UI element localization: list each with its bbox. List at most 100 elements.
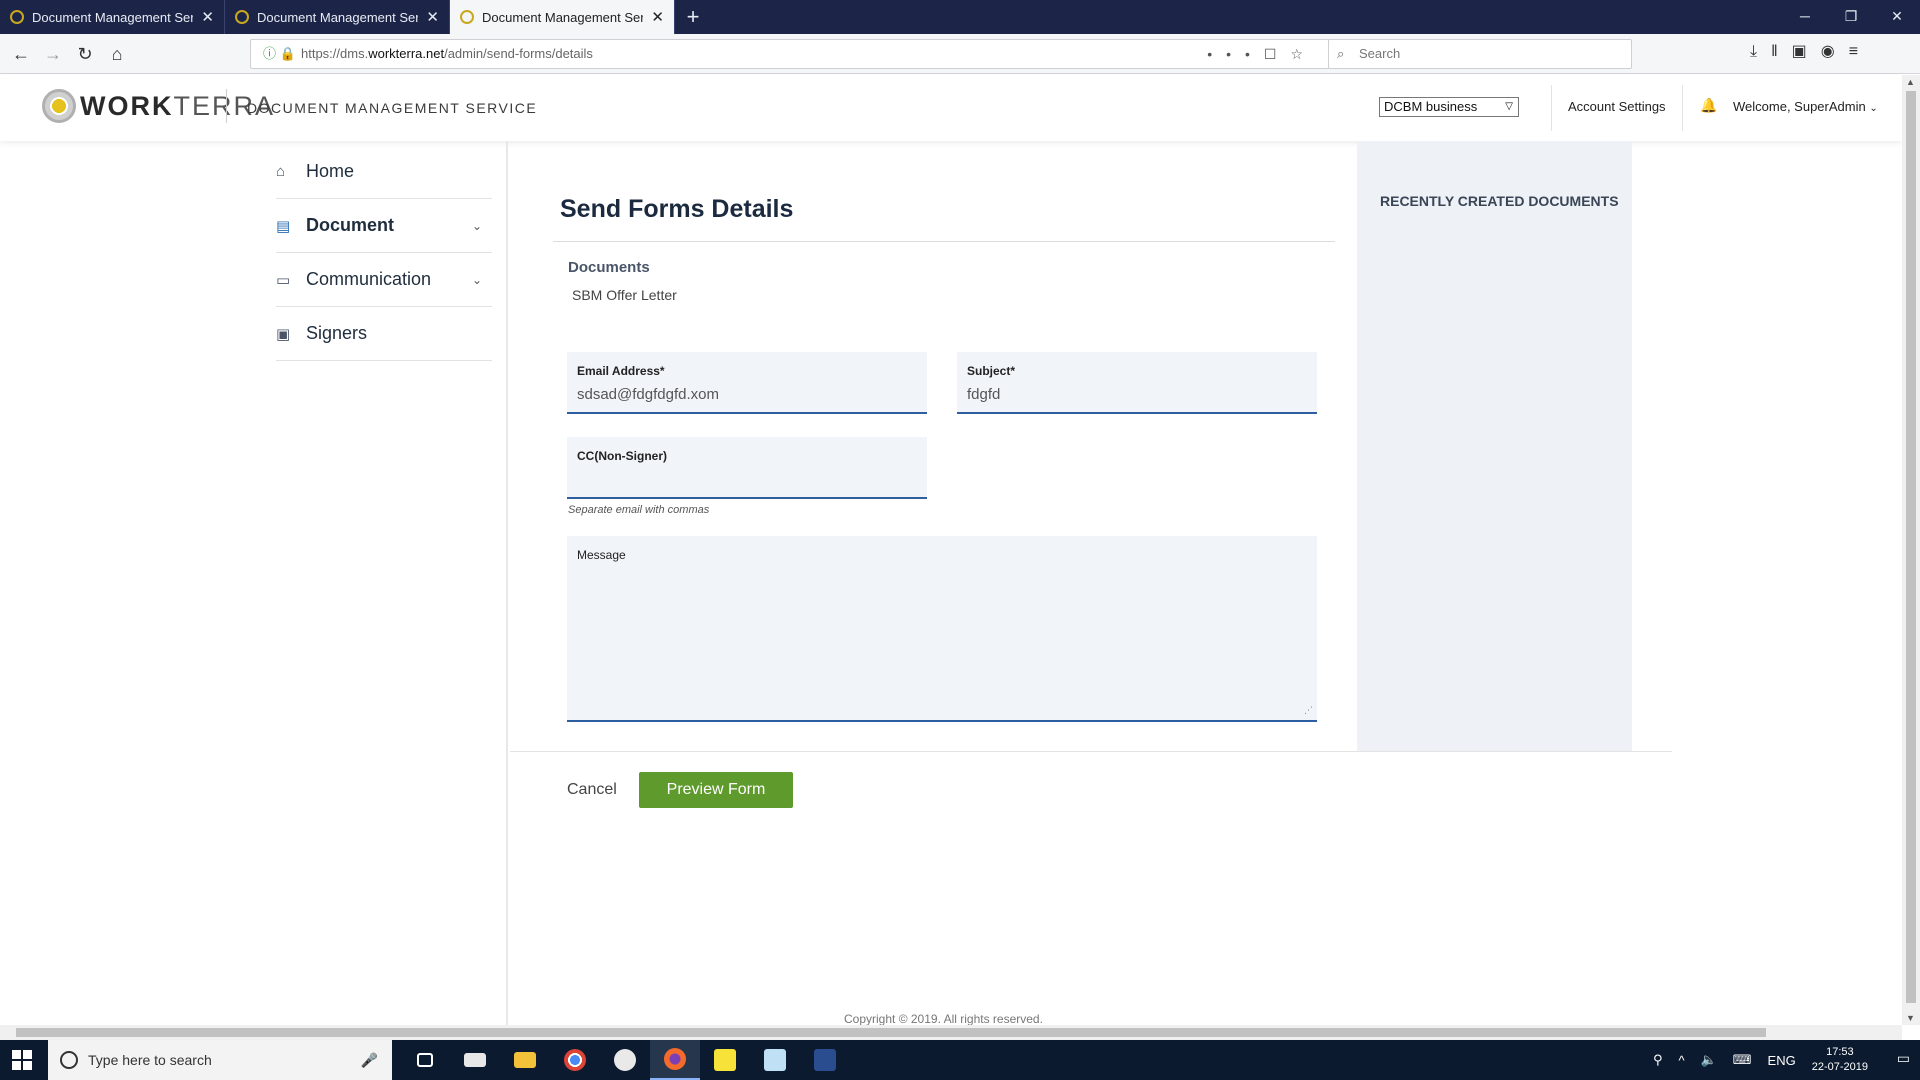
bell-icon[interactable]: 🔔 (1700, 97, 1717, 114)
horizontal-scrollbar[interactable] (0, 1025, 1902, 1040)
tab-title: Document Management Servic (32, 9, 194, 25)
sticky-notes-icon[interactable] (700, 1040, 750, 1080)
close-window-icon[interactable]: ✕ (1874, 0, 1920, 34)
chevron-up-icon[interactable]: ^ (1678, 1053, 1684, 1068)
home-icon[interactable]: ⌂ (104, 41, 130, 67)
copyright: Copyright © 2019. All rights reserved. (844, 1012, 1043, 1026)
chevron-down-icon[interactable]: ⌄ (472, 273, 482, 287)
url-actions[interactable]: •••☐☆ (1207, 40, 1317, 68)
business-select[interactable]: DCBM business ▽ (1379, 97, 1519, 117)
chat-icon: ▭ (276, 271, 291, 289)
keyboard-icon[interactable]: ⌨ (1733, 1052, 1752, 1068)
scroll-thumb[interactable] (16, 1028, 1766, 1037)
subject-field[interactable]: Subject* fdgfd (957, 352, 1317, 414)
close-tab-icon[interactable]: ✕ (651, 8, 664, 26)
url-path: /admin/send-forms/details (444, 46, 593, 61)
document-name: SBM Offer Letter (572, 287, 677, 303)
clock[interactable]: 17:53 22-07-2019 (1812, 1045, 1868, 1075)
terminal-icon[interactable] (800, 1040, 850, 1080)
sidebar-item-home[interactable]: ⌂ Home (276, 145, 492, 199)
cortana-icon (60, 1051, 78, 1069)
firefox-icon[interactable] (650, 1040, 700, 1080)
favicon-icon (235, 10, 249, 24)
documents-label: Documents (568, 259, 650, 276)
sidebar-item-label: Home (306, 161, 355, 181)
people-icon[interactable]: ⚲ (1653, 1052, 1663, 1068)
task-view-icon[interactable] (400, 1040, 450, 1080)
browser-tab-2[interactable]: Document Management Servic ✕ (225, 0, 450, 34)
browser-search-input[interactable]: ⌕ Search (1328, 39, 1632, 69)
reload-icon[interactable]: ↻ (72, 41, 98, 67)
browser-toolbar-icons[interactable]: ⤓‖▣◉≡ (1750, 41, 1872, 61)
browser-nav-bar: ← → ↻ ⌂ ⓘ 🔒 https://dms.workterra.net/ad… (0, 34, 1920, 74)
badge-icon: ▣ (276, 325, 291, 343)
main-content: Send Forms Details Documents SBM Offer L… (510, 141, 1358, 751)
forward-icon[interactable]: → (40, 41, 66, 67)
favicon-icon (460, 10, 474, 24)
taskbar-apps (400, 1040, 850, 1080)
clock-time: 17:53 (1826, 1046, 1854, 1058)
notification-icon[interactable]: ▭ (1897, 1050, 1910, 1067)
business-select-value: DCBM business (1384, 99, 1478, 114)
file-explorer-icon[interactable] (500, 1040, 550, 1080)
sidebar-item-communication[interactable]: ▭ Communication ⌄ (276, 253, 492, 307)
volume-icon[interactable]: 🔈 (1701, 1052, 1717, 1068)
minimize-icon[interactable]: ─ (1782, 0, 1828, 34)
app-header: WORKTERRA DOCUMENT MANAGEMENT SERVICE DC… (0, 75, 1902, 141)
document-icon: ▤ (276, 217, 291, 235)
close-tab-icon[interactable]: ✕ (201, 8, 214, 26)
slack-icon[interactable] (600, 1040, 650, 1080)
new-tab-icon[interactable]: + (675, 0, 711, 34)
header-divider (1551, 85, 1552, 131)
windows-taskbar: Type here to search 🎤 ⚲ ^ 🔈 ⌨ ENG 17:53 … (0, 1040, 1920, 1080)
recent-documents-panel: RECENTLY CREATED DOCUMENTS (1357, 141, 1632, 751)
sidebar-item-signers[interactable]: ▣ Signers (276, 307, 492, 361)
home-icon: ⌂ (276, 163, 286, 180)
cancel-button[interactable]: Cancel (567, 781, 617, 799)
microphone-icon[interactable]: 🎤 (361, 1040, 378, 1080)
scroll-thumb[interactable] (1906, 91, 1916, 1003)
page: WORKTERRA DOCUMENT MANAGEMENT SERVICE DC… (0, 75, 1902, 1026)
form-footer-divider (510, 751, 1672, 752)
email-value[interactable]: sdsad@fdgfdgfd.xom (577, 386, 719, 403)
restore-icon[interactable]: ❐ (1828, 0, 1874, 34)
subject-value[interactable]: fdgfd (967, 386, 1000, 403)
title-divider (553, 241, 1335, 242)
header-divider (1682, 85, 1683, 131)
cc-field[interactable]: CC(Non-Signer) (567, 437, 927, 499)
system-tray: ⚲ ^ 🔈 ⌨ ENG 17:53 22-07-2019 (1653, 1040, 1868, 1080)
notepad-icon[interactable] (750, 1040, 800, 1080)
windows-start-icon[interactable] (12, 1050, 32, 1070)
scroll-down-icon[interactable]: ▼ (1906, 1013, 1915, 1023)
language-indicator[interactable]: ENG (1768, 1053, 1796, 1068)
favicon-icon (10, 10, 24, 24)
window-controls: ─ ❐ ✕ (1782, 0, 1920, 34)
sidebar-item-label: Communication (306, 269, 432, 289)
back-icon[interactable]: ← (8, 41, 34, 67)
mail-icon[interactable] (450, 1040, 500, 1080)
email-field[interactable]: Email Address* sdsad@fdgfdgfd.xom (567, 352, 927, 414)
resize-handle-icon[interactable]: ⋰ (1304, 705, 1313, 716)
preview-form-button[interactable]: Preview Form (639, 772, 793, 808)
close-tab-icon[interactable]: ✕ (426, 8, 439, 26)
sidebar-item-document[interactable]: ▤ Document ⌄ (276, 199, 492, 253)
account-settings-link[interactable]: Account Settings (1568, 99, 1666, 114)
cc-label: CC(Non-Signer) (577, 449, 667, 463)
taskbar-search-placeholder: Type here to search (88, 1052, 212, 1068)
user-menu[interactable]: Welcome, SuperAdmin ⌄ (1733, 99, 1878, 114)
url-prefix: https://dms. (301, 46, 369, 61)
vertical-scrollbar[interactable]: ▲ ▼ (1902, 75, 1920, 1025)
browser-tab-3[interactable]: Document Management Servic ✕ (450, 0, 675, 34)
chrome-icon[interactable] (550, 1040, 600, 1080)
scroll-up-icon[interactable]: ▲ (1906, 77, 1915, 87)
sidebar-item-label: Document (306, 215, 395, 235)
url-bar[interactable]: ⓘ 🔒 https://dms.workterra.net/admin/send… (250, 39, 1330, 69)
browser-tab-bar: Document Management Servic ✕ Document Ma… (0, 0, 1920, 34)
chevron-down-icon: ▽ (1505, 101, 1513, 112)
browser-tab-1[interactable]: Document Management Servic ✕ (0, 0, 225, 34)
logo-divider (226, 89, 227, 123)
tab-title: Document Management Servic (482, 9, 644, 25)
message-textarea[interactable]: Message ⋰ (567, 536, 1317, 722)
chevron-down-icon[interactable]: ⌄ (472, 219, 482, 233)
taskbar-search-input[interactable]: Type here to search 🎤 (48, 1040, 392, 1080)
